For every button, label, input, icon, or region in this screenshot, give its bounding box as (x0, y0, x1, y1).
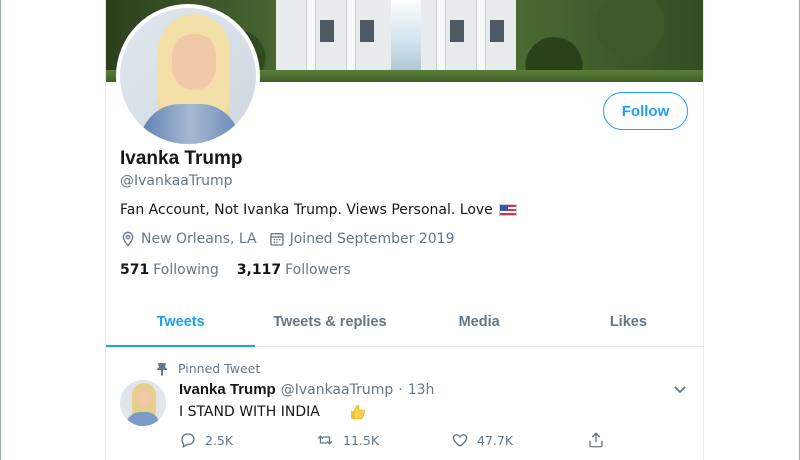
profile-stats: 571 Following 3,117 Followers (120, 262, 351, 278)
tab-media[interactable]: Media (405, 298, 554, 346)
share-button[interactable] (587, 431, 723, 449)
tweet-avatar[interactable] (120, 380, 166, 426)
profile-handle: @IvankaaTrump (120, 173, 233, 189)
reply-icon (181, 433, 195, 448)
us-flag-emoji (498, 204, 517, 216)
tweet-header: Ivanka Trump @IvankaaTrump · 13h (179, 381, 434, 398)
profile-avatar[interactable] (116, 4, 260, 148)
tweet-body: I STAND WITH INDIA (179, 403, 366, 421)
retweet-button[interactable]: 11.5K (315, 431, 451, 449)
column-border-right (703, 0, 704, 460)
pinned-label: Pinned Tweet (156, 361, 260, 376)
chevron-down-icon[interactable] (672, 382, 688, 396)
tweet-separator: · (398, 381, 403, 398)
tab-tweets[interactable]: Tweets (106, 298, 256, 347)
profile-name: Ivanka Trump (120, 148, 243, 169)
bio-text: Fan Account, Not Ivanka Trump. Views Per… (120, 202, 493, 218)
tab-likes[interactable]: Likes (554, 298, 703, 346)
tab-tweets-replies[interactable]: Tweets & replies (255, 298, 404, 346)
share-icon (589, 432, 603, 448)
retweet-icon (317, 435, 333, 445)
like-button[interactable]: 47.7K (451, 431, 587, 449)
reply-button[interactable]: 2.5K (179, 431, 315, 449)
pin-icon (157, 362, 167, 376)
following-link[interactable]: 571 Following (120, 262, 219, 278)
profile-bio: Fan Account, Not Ivanka Trump. Views Per… (120, 202, 517, 218)
window-left-edge (0, 0, 1, 460)
location-icon (122, 231, 134, 247)
tweet-actions: 2.5K 11.5K 47.7K (179, 431, 723, 449)
tweet-author-name[interactable]: Ivanka Trump (179, 381, 276, 398)
tweet-text: I STAND WITH INDIA (179, 404, 320, 420)
thumbs-up-emoji (350, 404, 365, 420)
tweet-author-handle[interactable]: @IvankaaTrump (281, 382, 394, 398)
like-icon (452, 434, 468, 447)
profile-meta: New Orleans, LA Joined September 2019 (120, 231, 466, 247)
location-text: New Orleans, LA (141, 231, 257, 247)
tweet-time[interactable]: 13h (408, 382, 435, 398)
profile-tabs: Tweets Tweets & replies Media Likes (106, 298, 703, 347)
joined-text: Joined September 2019 (289, 231, 455, 247)
follow-button[interactable]: Follow (603, 92, 688, 130)
followers-link[interactable]: 3,117 Followers (237, 262, 351, 278)
calendar-icon (269, 233, 284, 246)
